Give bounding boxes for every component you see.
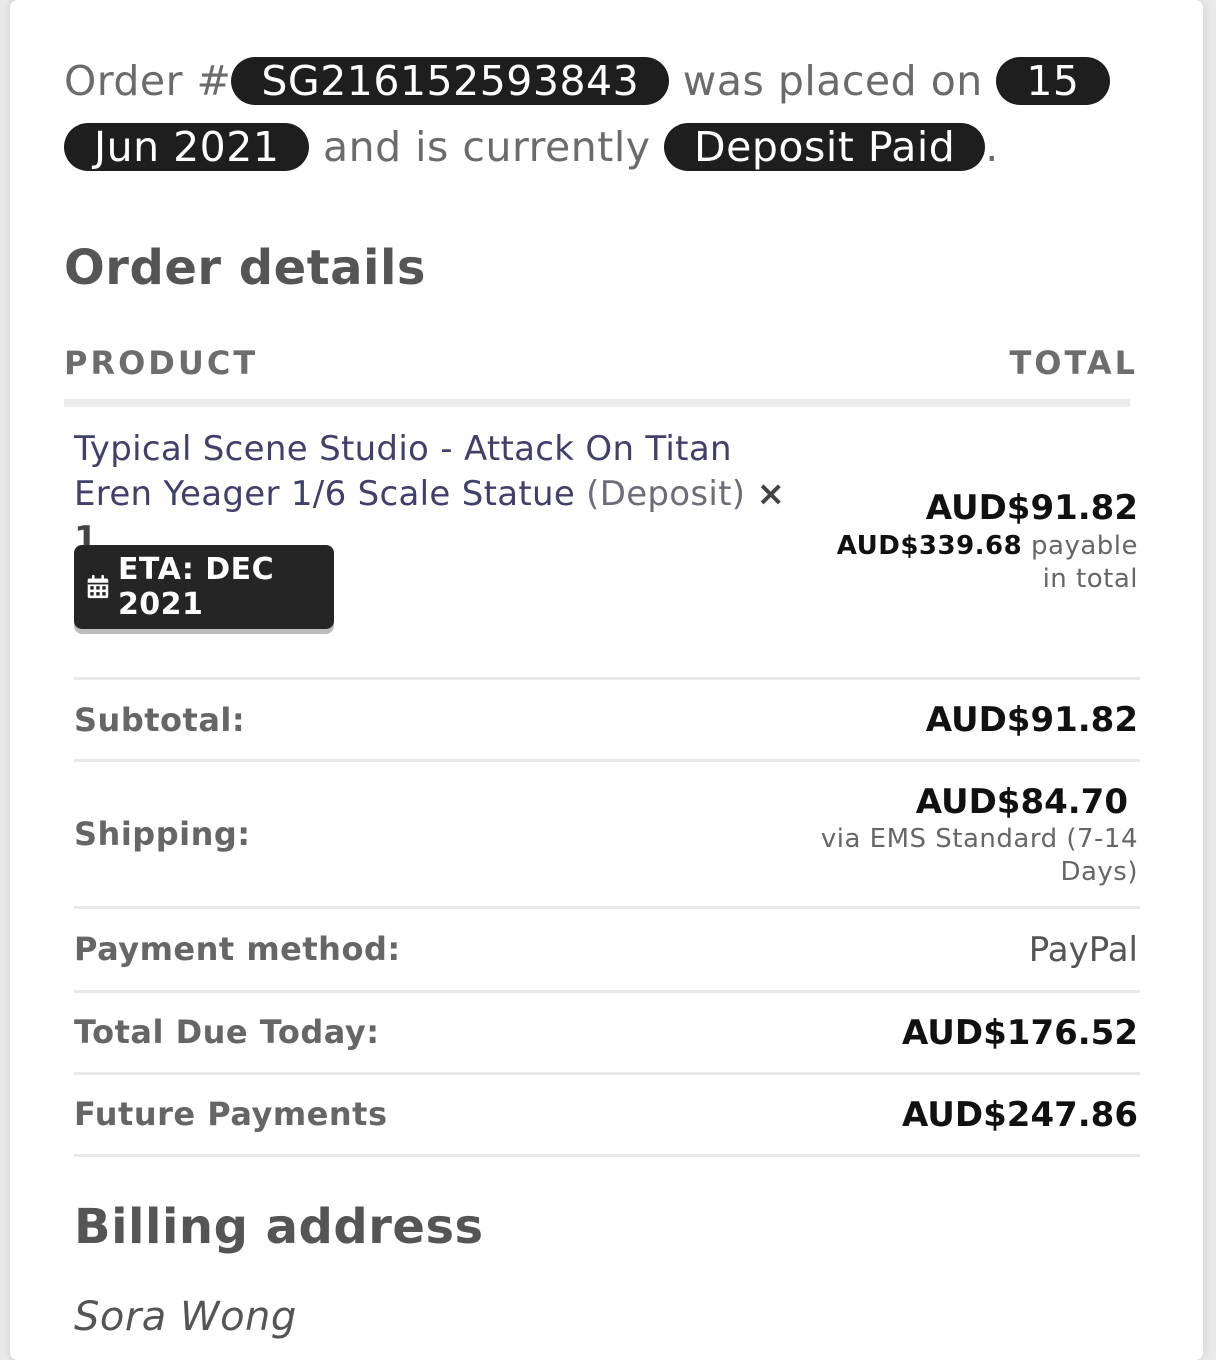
future-payments-label: Future Payments [74, 1095, 388, 1133]
divider [74, 759, 1140, 762]
total-due-label: Total Due Today: [74, 1013, 380, 1051]
product-price-block: AUD$91.82 AUD$339.68 payable in total [818, 488, 1138, 596]
product-total-note: AUD$339.68 payable in total [818, 530, 1138, 596]
order-details-title: Order details [64, 240, 426, 296]
shipping-value: AUD$84.70 [915, 782, 1128, 822]
divider [74, 1154, 1140, 1157]
status-suffix: . [985, 123, 999, 171]
divider [74, 677, 1140, 680]
subtotal-value: AUD$91.82 [925, 700, 1138, 740]
total-due-value: AUD$176.52 [902, 1013, 1138, 1053]
current-text: and is currently [322, 123, 651, 171]
col-product-header: PRODUCT [64, 344, 259, 382]
header-divider [64, 399, 1130, 407]
billing-name: Sora Wong [74, 1294, 297, 1340]
deposit-label: (Deposit) [586, 474, 746, 514]
subtotal-label: Subtotal: [74, 701, 246, 739]
product-item: Typical Scene Studio - Attack On Titan E… [74, 427, 794, 562]
divider [74, 1072, 1140, 1075]
payment-method-label: Payment method: [74, 930, 401, 968]
order-number-badge: SG216152593843 [231, 57, 670, 105]
order-status-badge: Deposit Paid [664, 123, 986, 171]
eta-label: ETA: DEC 2021 [117, 552, 275, 622]
order-status-line: Order # SG216152593843 was placed on 15 J… [64, 48, 1130, 180]
eta-badge: ETA: DEC 2021 [74, 545, 334, 629]
divider [74, 990, 1140, 993]
divider [74, 906, 1140, 909]
placed-text: was placed on [682, 57, 983, 105]
shipping-method: via EMS Standard (7-14 Days) [820, 824, 1138, 887]
payable-note: payable in total [1031, 531, 1138, 594]
future-payments-value: AUD$247.86 [902, 1095, 1138, 1135]
calendar-icon [87, 575, 109, 599]
shipping-label: Shipping: [74, 815, 251, 853]
order-prefix: Order # [64, 57, 232, 105]
product-total-amount: AUD$339.68 [836, 531, 1023, 561]
col-total-header: TOTAL [1009, 344, 1138, 382]
product-price: AUD$91.82 [925, 488, 1138, 528]
billing-address-title: Billing address [74, 1199, 484, 1255]
payment-method-value: PayPal [1028, 930, 1138, 970]
